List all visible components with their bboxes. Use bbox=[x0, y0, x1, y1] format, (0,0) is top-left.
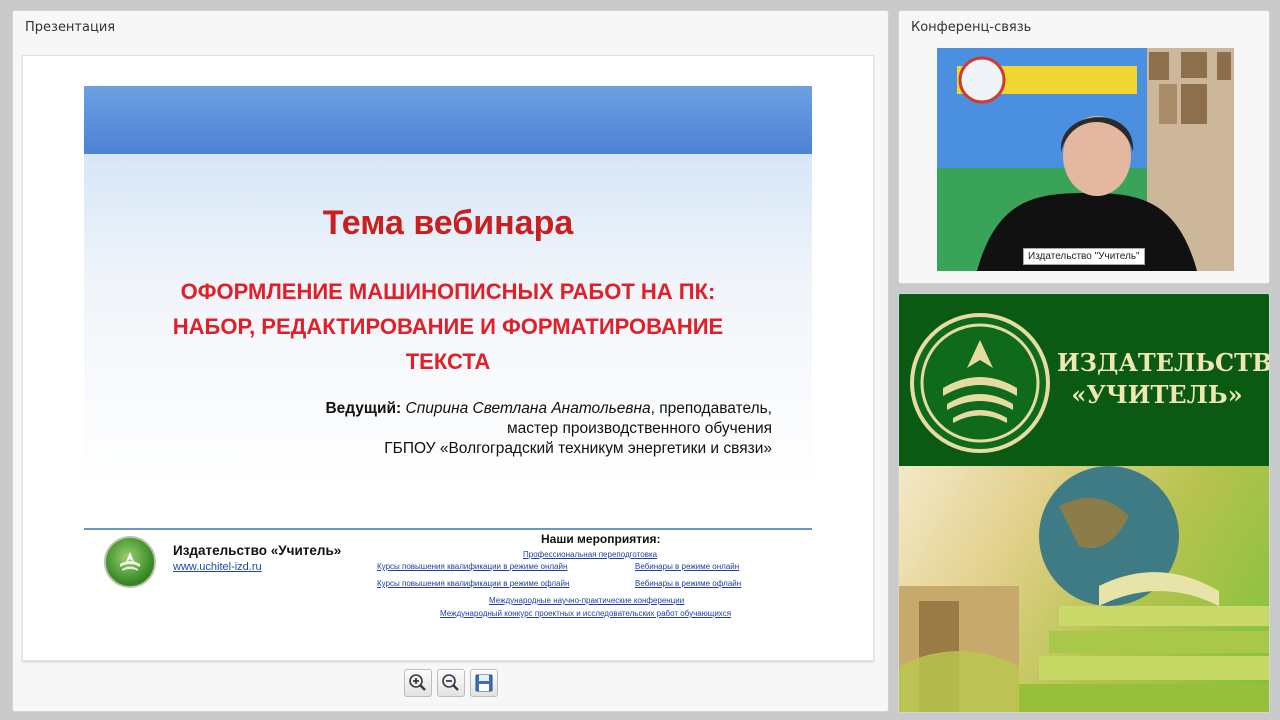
conference-panel: Конференц-связь Издательство "Учитель" bbox=[898, 10, 1270, 284]
conference-panel-title: Конференц-связь bbox=[911, 20, 1032, 35]
promo-line-1: ИЗДАТЕЛЬСТВО bbox=[1057, 348, 1270, 377]
zoom-in-button[interactable] bbox=[404, 669, 432, 697]
event-link[interactable]: Вебинары в режиме офлайн bbox=[635, 579, 741, 588]
webcam-video: Издательство "Учитель" bbox=[937, 48, 1234, 271]
slide-presenter: Ведущий: Спирина Светлана Анатольевна, п… bbox=[325, 399, 772, 459]
promo-header: ИЗДАТЕЛЬСТВО «УЧИТЕЛЬ» bbox=[899, 294, 1269, 466]
slide-footer-rule bbox=[84, 528, 812, 530]
slide-theme-line: НАБОР, РЕДАКТИРОВАНИЕ И ФОРМАТИРОВАНИЕ bbox=[172, 314, 724, 339]
events-title: Наши мероприятия: bbox=[541, 532, 661, 546]
zoom-out-icon bbox=[442, 674, 459, 691]
presenter-name: Спирина Светлана Анатольевна bbox=[405, 400, 651, 417]
slide-header-band bbox=[84, 86, 812, 154]
event-link[interactable]: Курсы повышения квалификации в режиме оф… bbox=[377, 579, 569, 588]
event-link[interactable]: Международные научно-практические конфер… bbox=[489, 596, 684, 605]
webcam-frame-image bbox=[937, 48, 1234, 271]
event-link[interactable]: Профессиональная переподготовка bbox=[523, 550, 657, 559]
event-link[interactable]: Курсы повышения квалификации в режиме он… bbox=[377, 562, 567, 571]
save-button[interactable] bbox=[470, 669, 498, 697]
presenter-role: , преподаватель, bbox=[650, 400, 772, 417]
footer-brand: Издательство «Учитель» bbox=[173, 543, 342, 558]
event-link[interactable]: Вебинары в режиме онлайн bbox=[635, 562, 739, 571]
slide-title-area: Тема вебинара ОФОРМЛЕНИЕ МАШИНОПИСНЫХ РА… bbox=[84, 154, 812, 487]
video-caption: Издательство "Учитель" bbox=[1023, 248, 1145, 265]
presentation-panel-title: Презентация bbox=[25, 20, 116, 35]
slide-theme-line: ТЕКСТА bbox=[405, 349, 491, 374]
publisher-logo-icon bbox=[104, 536, 156, 588]
presenter-org: ГБПОУ «Волгоградский техникум энергетики… bbox=[384, 440, 772, 457]
presentation-panel: Презентация Тема вебинара ОФОРМЛЕНИЕ МАШ… bbox=[12, 10, 889, 712]
publisher-promo-panel: ИЗДАТЕЛЬСТВО «УЧИТЕЛЬ» bbox=[898, 293, 1270, 713]
event-link[interactable]: Международный конкурс проектных и исслед… bbox=[440, 609, 731, 618]
zoom-out-button[interactable] bbox=[437, 669, 465, 697]
save-icon bbox=[475, 674, 493, 692]
publisher-emblem-icon bbox=[910, 313, 1050, 453]
presenter-label: Ведущий: bbox=[325, 400, 402, 417]
footer-url-link[interactable]: www.uchitel-izd.ru bbox=[173, 561, 262, 573]
promo-line-2: «УЧИТЕЛЬ» bbox=[1071, 380, 1243, 409]
presenter-role-2: мастер производственного обучения bbox=[506, 420, 772, 437]
promo-books-image bbox=[899, 466, 1269, 712]
zoom-in-icon bbox=[409, 674, 426, 691]
slide-viewer: Тема вебинара ОФОРМЛЕНИЕ МАШИНОПИСНЫХ РА… bbox=[22, 55, 874, 661]
slide-theme-line: ОФОРМЛЕНИЕ МАШИНОПИСНЫХ РАБОТ НА ПК: bbox=[180, 279, 716, 304]
slide-topic: Тема вебинара bbox=[322, 204, 574, 242]
